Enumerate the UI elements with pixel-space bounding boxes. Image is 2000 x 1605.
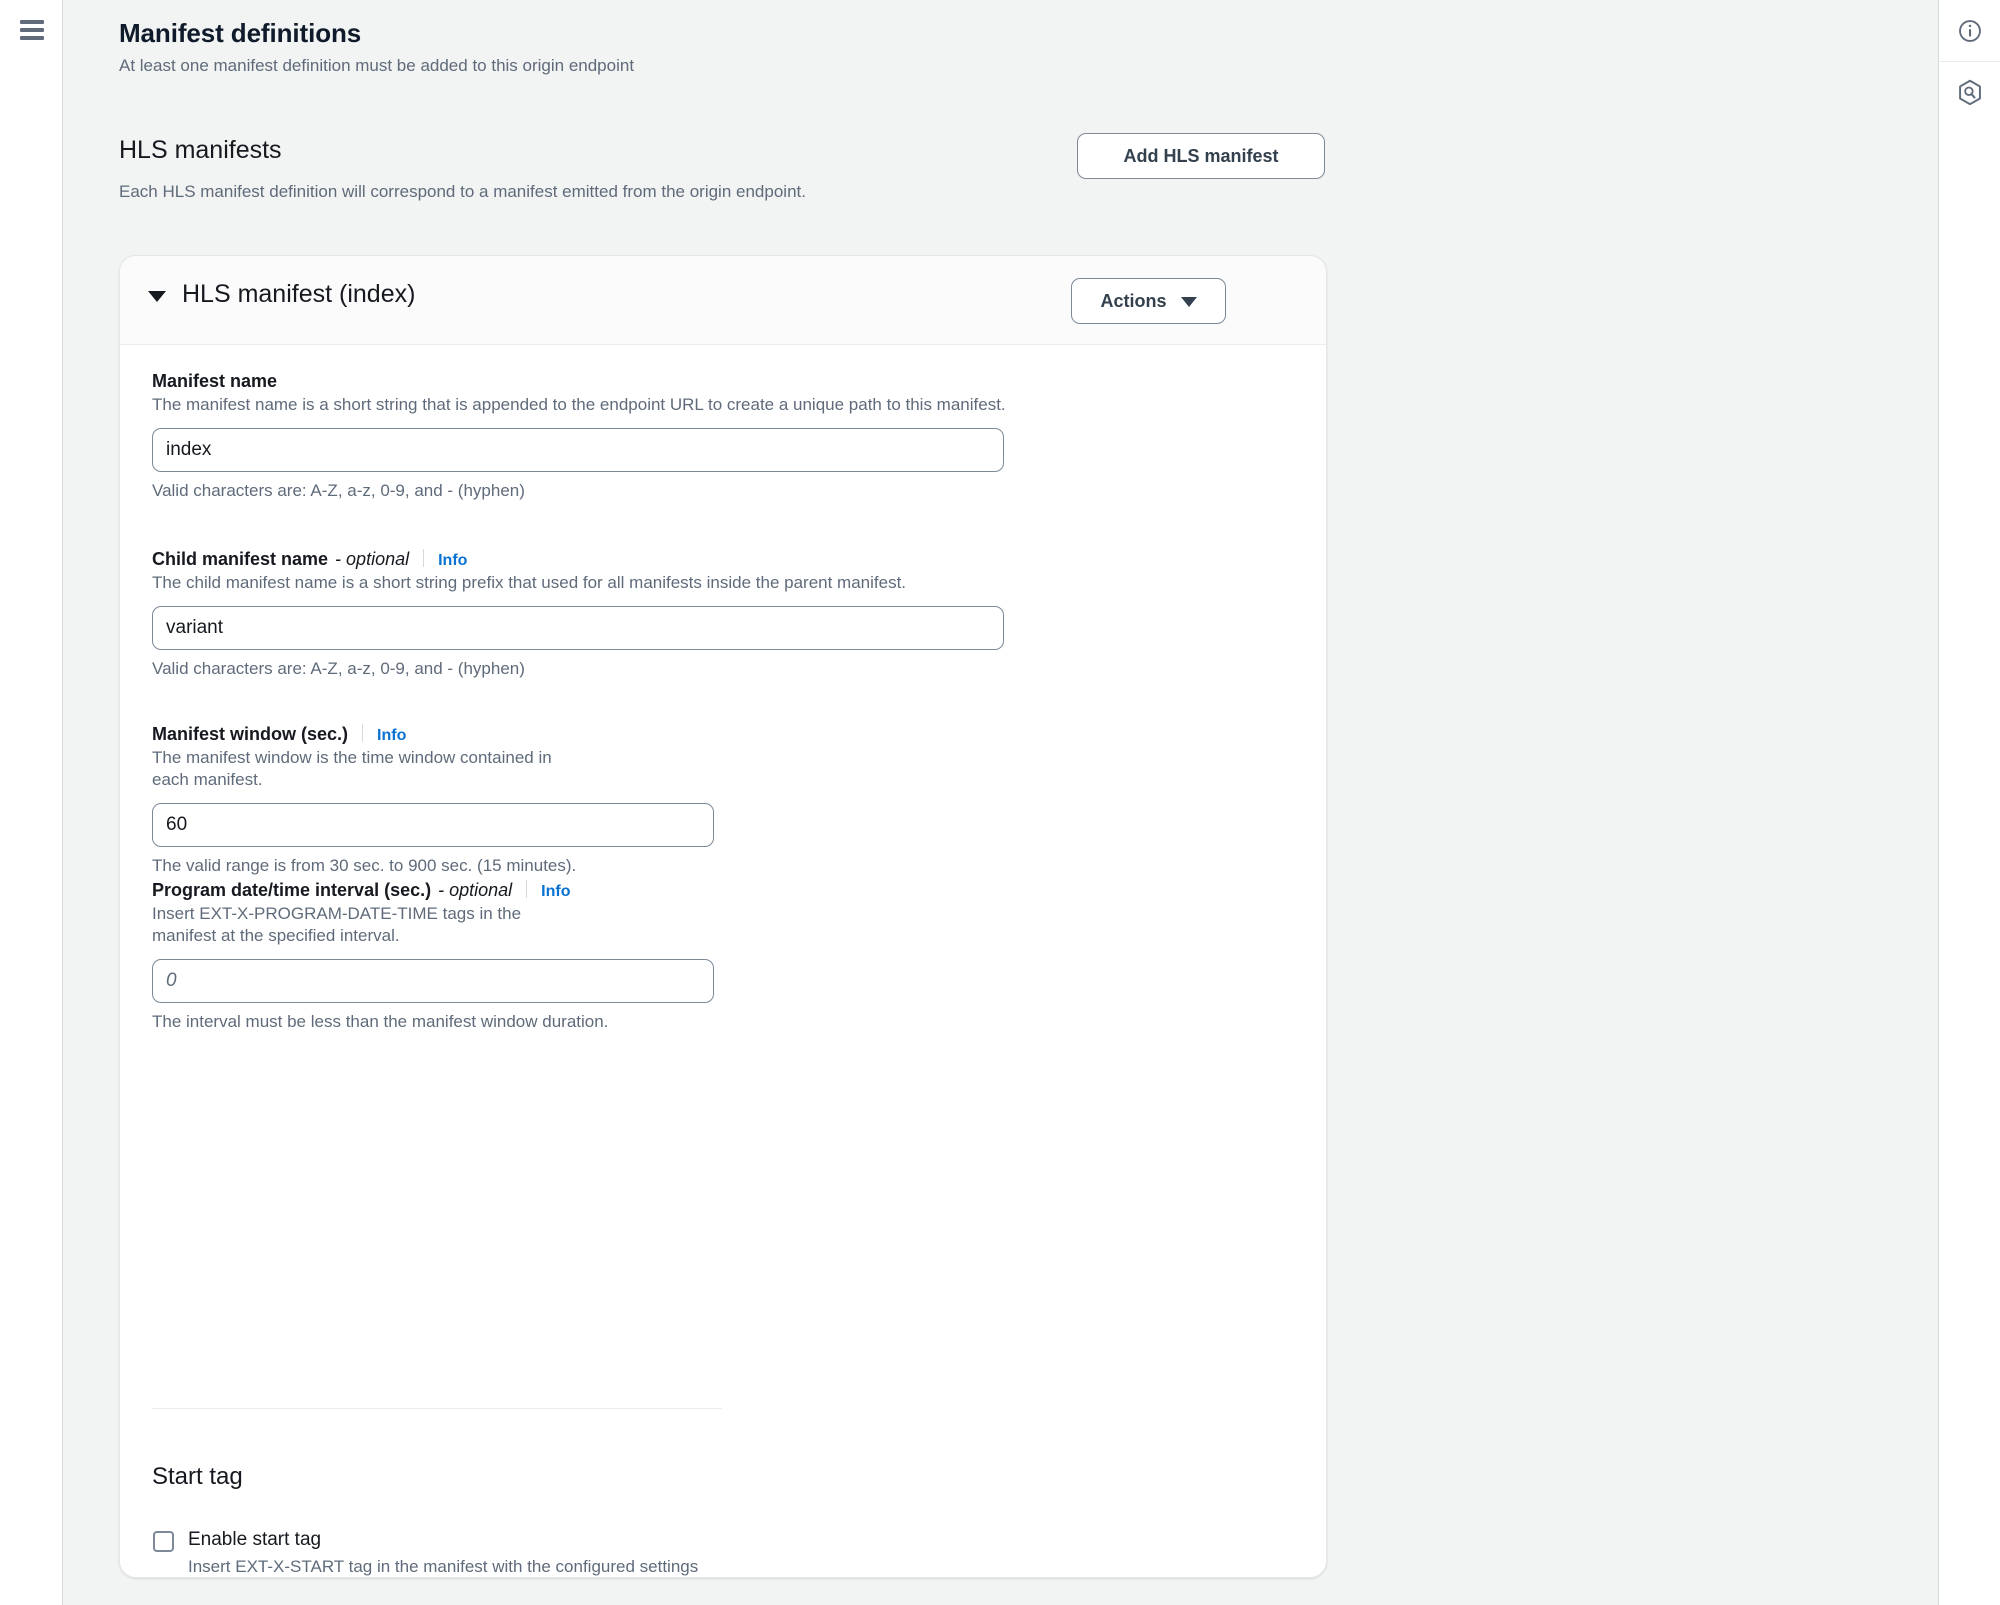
checkbox-unchecked-icon: [153, 1531, 174, 1552]
program-date-time-interval-optional: - optional: [438, 880, 513, 900]
child-manifest-name-label: Child manifest name: [152, 549, 329, 569]
amazon-q-button[interactable]: [1939, 62, 2000, 124]
info-panel-button[interactable]: [1939, 0, 2000, 62]
chevron-down-icon: [1180, 297, 1197, 307]
manifest-window-hint: The valid range is from 30 sec. to 900 s…: [152, 855, 577, 875]
child-manifest-name-optional: - optional: [335, 549, 410, 569]
actions-button[interactable]: Actions: [1071, 278, 1226, 324]
enable-start-tag-description: Insert EXT-X-START tag in the manifest w…: [188, 1557, 699, 1576]
hls-manifest-panel: HLS manifest (index) Actions Manifest na…: [119, 255, 1327, 1578]
actions-button-label: Actions: [1100, 290, 1167, 311]
hamburger-bar-1: [20, 20, 44, 24]
section-divider-start-tag: [152, 1408, 722, 1409]
left-navigation-rail: [0, 0, 63, 1605]
info-circle-icon: [1958, 19, 1981, 42]
label-separator: [362, 724, 364, 742]
program-date-time-interval-hint: The interval must be less than the manif…: [152, 1011, 609, 1031]
manifest-window-label-row: Manifest window (sec.) Info: [152, 722, 712, 745]
program-date-time-label-row: Program date/time interval (sec.) - opti…: [152, 878, 712, 901]
caret-down-icon: [148, 290, 166, 302]
hls-manifests-section-subtitle: Each HLS manifest definition will corres…: [119, 182, 806, 201]
hamburger-bar-2: [20, 28, 44, 32]
field-program-date-time-interval: Program date/time interval (sec.) - opti…: [152, 878, 714, 1032]
hls-manifest-panel-title: HLS manifest (index): [182, 280, 416, 308]
manifest-window-label: Manifest window (sec.): [152, 724, 349, 744]
field-child-manifest-name: Child manifest name - optional Info The …: [152, 547, 1004, 679]
manifest-name-label: Manifest name: [152, 371, 278, 391]
child-manifest-name-info-link[interactable]: Info: [438, 552, 467, 570]
hls-manifests-section-title: HLS manifests: [119, 136, 282, 164]
main-content: Manifest definitions At least one manife…: [64, 0, 1938, 1605]
child-manifest-name-label-row: Child manifest name - optional Info: [152, 547, 1004, 570]
program-date-time-interval-label: Program date/time interval (sec.): [152, 880, 432, 900]
manifest-name-description: The manifest name is a short string that…: [152, 395, 1006, 414]
label-separator: [423, 549, 425, 567]
manifest-name-label-row: Manifest name: [152, 371, 1006, 392]
manifest-window-description: The manifest window is the time window c…: [152, 748, 552, 789]
child-manifest-name-description: The child manifest name is a short strin…: [152, 573, 907, 592]
child-manifest-name-hint: Valid characters are: A-Z, a-z, 0-9, and…: [152, 658, 525, 678]
program-date-time-interval-input[interactable]: [152, 958, 714, 1003]
hamburger-bar-3: [20, 36, 44, 40]
enable-start-tag-checkbox[interactable]: Enable start tag: [153, 1529, 698, 1552]
add-hls-manifest-button[interactable]: Add HLS manifest: [1077, 133, 1325, 179]
program-date-time-interval-info-link[interactable]: Info: [541, 883, 570, 901]
child-manifest-name-input[interactable]: [152, 605, 1004, 650]
right-utility-rail: [1938, 0, 2000, 1605]
label-separator: [526, 880, 528, 898]
manifest-window-input[interactable]: [152, 802, 714, 847]
field-manifest-window: Manifest window (sec.) Info The manifest…: [152, 722, 714, 876]
manifest-name-hint: Valid characters are: A-Z, a-z, 0-9, and…: [152, 480, 525, 500]
hls-manifest-collapse-toggle[interactable]: HLS manifest (index): [148, 280, 415, 309]
manifest-name-input[interactable]: [152, 427, 1004, 472]
hamburger-menu-icon[interactable]: [18, 18, 46, 42]
program-date-time-interval-description: Insert EXT-X-PROGRAM-DATE-TIME tags in t…: [152, 904, 522, 945]
page-title: Manifest definitions: [119, 18, 362, 48]
enable-start-tag-label: Enable start tag: [188, 1529, 322, 1550]
app-root: Manifest definitions At least one manife…: [0, 0, 2000, 1605]
start-tag-checkbox-row: Enable start tag Insert EXT-X-START tag …: [153, 1529, 699, 1577]
start-tag-section-title: Start tag: [152, 1463, 243, 1490]
amazon-q-hexagon-icon: [1958, 79, 1981, 106]
manifest-window-info-link[interactable]: Info: [377, 727, 406, 745]
hls-manifest-panel-header: HLS manifest (index) Actions: [120, 256, 1326, 345]
page-subtitle: At least one manifest definition must be…: [119, 56, 635, 75]
field-manifest-name: Manifest name The manifest name is a sho…: [152, 371, 1006, 501]
